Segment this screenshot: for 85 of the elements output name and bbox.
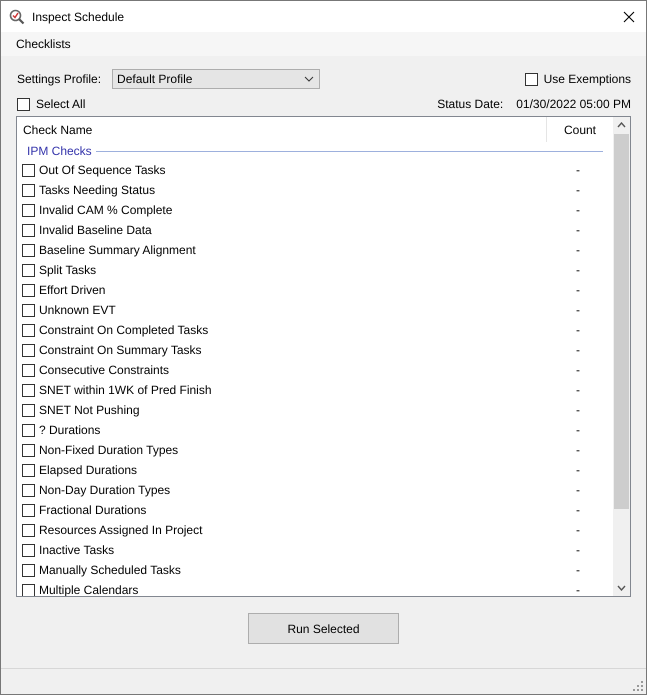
- close-icon[interactable]: [623, 10, 635, 22]
- check-count: -: [575, 563, 581, 577]
- checkbox[interactable]: [22, 224, 35, 236]
- checkbox[interactable]: [22, 564, 35, 576]
- check-name: Split Tasks: [39, 263, 98, 277]
- settings-profile-dropdown[interactable]: Default Profile: [112, 69, 320, 89]
- checkbox[interactable]: [524, 72, 538, 86]
- checkbox[interactable]: [22, 304, 35, 316]
- scrollbar[interactable]: [613, 117, 630, 596]
- checkbox[interactable]: [22, 324, 35, 336]
- check-name: Unknown EVT: [39, 303, 117, 317]
- check-count: -: [575, 163, 581, 177]
- status-date-label: Status Date:: [437, 97, 504, 111]
- check-name: Invalid CAM % Complete: [39, 203, 174, 217]
- checkbox[interactable]: [22, 404, 35, 416]
- check-name: Elapsed Durations: [39, 463, 138, 477]
- check-count: -: [575, 483, 581, 497]
- check-count: -: [575, 443, 581, 457]
- check-count: -: [575, 223, 581, 237]
- check-count: -: [575, 583, 581, 596]
- checkbox[interactable]: [22, 444, 35, 456]
- checkbox[interactable]: [22, 264, 35, 276]
- check-name: Resources Assigned In Project: [39, 523, 204, 537]
- checkbox[interactable]: [22, 204, 35, 216]
- checkbox[interactable]: [22, 364, 35, 376]
- scroll-up-icon[interactable]: [617, 122, 626, 128]
- check-count: -: [575, 303, 581, 317]
- resize-grip-icon[interactable]: [633, 681, 643, 691]
- check-count: -: [575, 503, 581, 517]
- select-all-checkbox[interactable]: Select All: [17, 97, 86, 111]
- check-count: -: [575, 263, 581, 277]
- check-name: Manually Scheduled Tasks: [39, 563, 182, 577]
- window-title: Inspect Schedule: [32, 10, 126, 24]
- checkbox[interactable]: [22, 544, 35, 556]
- group-header: IPM Checks: [27, 144, 92, 158]
- run-selected-button[interactable]: Run Selected: [248, 613, 399, 644]
- check-name: Constraint On Summary Tasks: [39, 343, 202, 357]
- check-name: ? Durations: [39, 423, 102, 437]
- check-name: Effort Driven: [39, 283, 106, 297]
- checkbox[interactable]: [22, 384, 35, 396]
- check-count: -: [575, 183, 581, 197]
- column-header[interactable]: Check Name: [17, 117, 546, 142]
- magnifier-icon: [9, 8, 25, 24]
- check-count: -: [575, 283, 581, 297]
- check-count: -: [575, 323, 581, 337]
- check-name: SNET Not Pushing: [39, 403, 140, 417]
- check-count: -: [575, 423, 581, 437]
- check-name: Constraint On Completed Tasks: [39, 323, 210, 337]
- check-count: -: [575, 383, 581, 397]
- use-exemptions-checkbox[interactable]: Use Exemptions: [524, 72, 631, 86]
- check-name: Inactive Tasks: [39, 543, 116, 557]
- checkbox[interactable]: [22, 184, 35, 196]
- checkbox[interactable]: [22, 584, 35, 596]
- check-name: Fractional Durations: [39, 503, 148, 517]
- check-count: -: [575, 203, 581, 217]
- check-count: -: [575, 343, 581, 357]
- checkbox[interactable]: [17, 98, 30, 110]
- checkbox[interactable]: [22, 484, 35, 496]
- check-count: -: [575, 403, 581, 417]
- check-count: -: [575, 523, 581, 537]
- checkbox[interactable]: [22, 284, 35, 296]
- chevron-down-icon: [304, 76, 314, 82]
- check-count: -: [575, 543, 581, 557]
- checkbox[interactable]: [22, 524, 35, 536]
- check-name: Baseline Summary Alignment: [39, 243, 197, 257]
- check-count: -: [575, 363, 581, 377]
- check-name: Consecutive Constraints: [39, 363, 170, 377]
- check-count: -: [575, 243, 581, 257]
- check-name: Invalid Baseline Data: [39, 223, 153, 237]
- check-count: -: [575, 463, 581, 477]
- status-date-value: 01/30/2022 05:00 PM: [516, 97, 631, 111]
- check-name: Non-Day Duration Types: [39, 483, 172, 497]
- check-name: Tasks Needing Status: [39, 183, 156, 197]
- settings-profile-label: Settings Profile:: [17, 72, 102, 86]
- scroll-down-icon[interactable]: [617, 585, 626, 591]
- checkbox[interactable]: [22, 424, 35, 436]
- check-name: Out Of Sequence Tasks: [39, 163, 167, 177]
- menu-item[interactable]: Checklists: [10, 37, 77, 51]
- checkbox[interactable]: [22, 164, 35, 176]
- check-name: SNET within 1WK of Pred Finish: [39, 383, 213, 397]
- check-name: Non-Fixed Duration Types: [39, 443, 180, 457]
- checkbox[interactable]: [22, 504, 35, 516]
- checkbox[interactable]: [22, 344, 35, 356]
- checkbox[interactable]: [22, 244, 35, 256]
- checkbox[interactable]: [22, 464, 35, 476]
